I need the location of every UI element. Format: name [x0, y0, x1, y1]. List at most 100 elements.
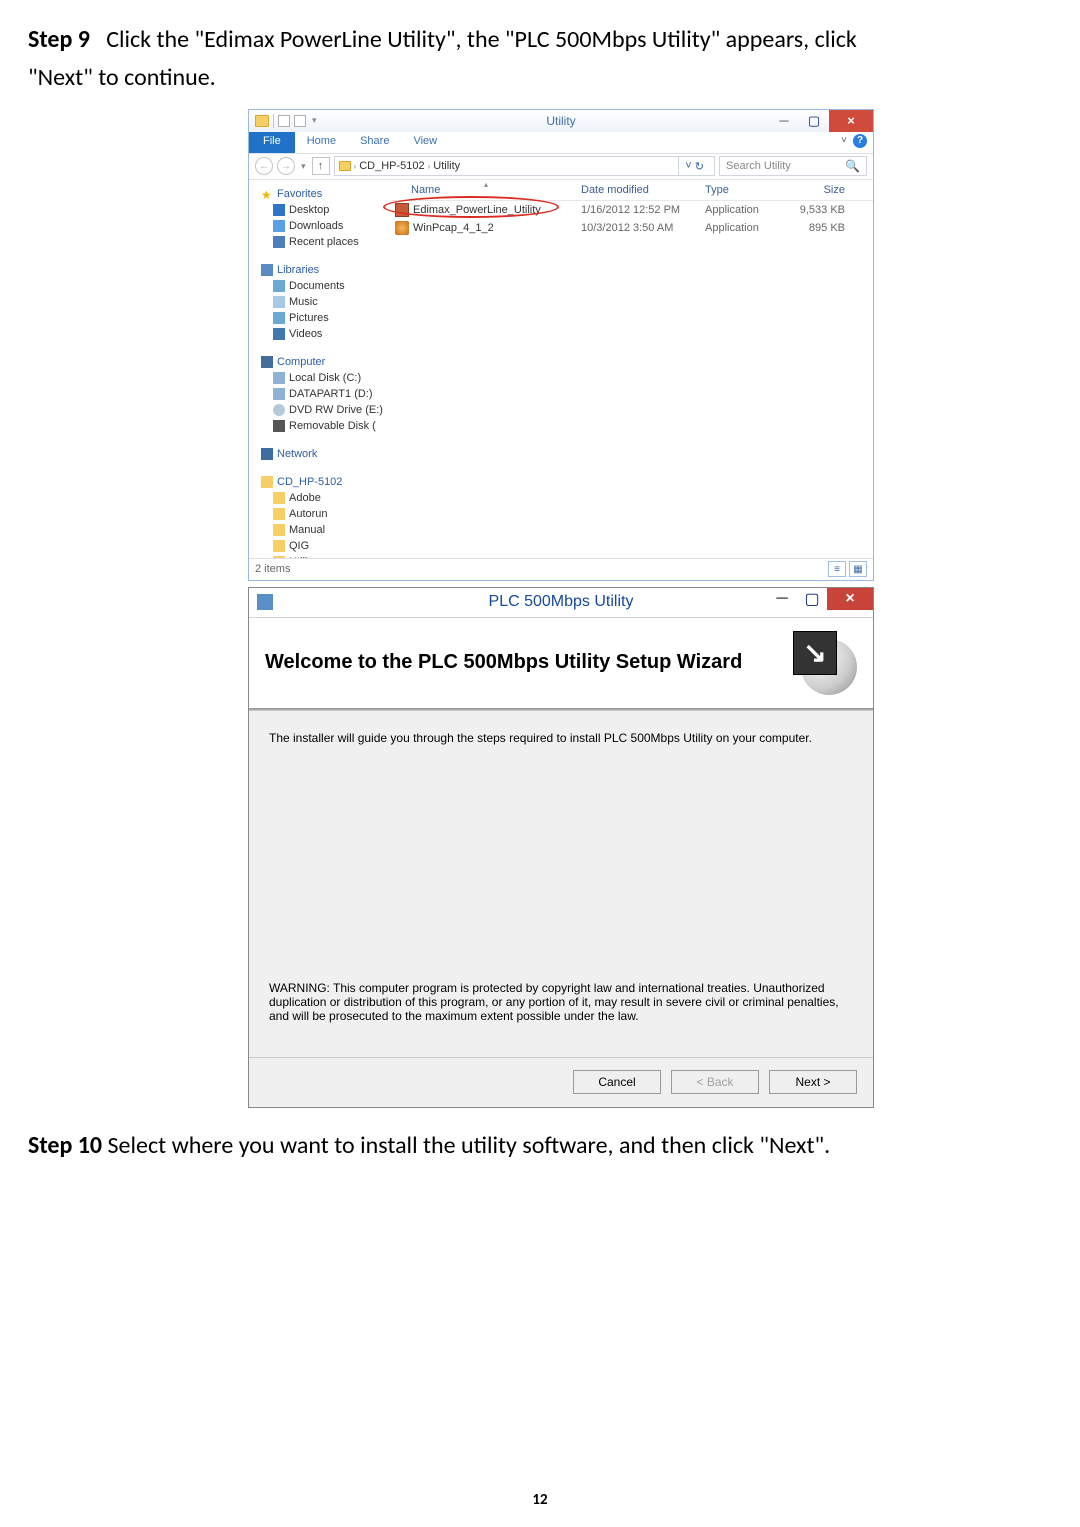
col-size[interactable]: Size — [791, 184, 853, 196]
refresh-button[interactable]: ˅ ↻ — [678, 157, 710, 175]
nav-cdfolder[interactable]: CD_HP-5102 — [277, 476, 342, 488]
highlight-circle — [383, 196, 559, 218]
tab-share[interactable]: Share — [348, 132, 401, 153]
cancel-button[interactable]: Cancel — [573, 1070, 661, 1094]
nav-pictures[interactable]: Pictures — [289, 312, 329, 324]
next-button[interactable]: Next > — [769, 1070, 857, 1094]
nav-libraries[interactable]: Libraries — [277, 264, 319, 276]
qat-newfolder-icon[interactable] — [294, 115, 306, 127]
ribbon-collapse-icon[interactable]: ˅ — [841, 135, 847, 146]
nav-autorun[interactable]: Autorun — [289, 508, 328, 520]
tab-file[interactable]: File — [249, 132, 295, 153]
search-input[interactable]: Search Utility 🔍 — [719, 156, 867, 176]
status-bar: 2 items ≡ ▦ — [249, 558, 873, 580]
nav-up-button[interactable]: ↑ — [312, 157, 330, 175]
ribbon-tabs: File Home Share View ˅ ? — [249, 132, 873, 154]
view-icons-button[interactable]: ▦ — [849, 561, 867, 577]
item-count: 2 items — [255, 563, 290, 575]
nav-docs[interactable]: Documents — [289, 280, 345, 292]
tab-home[interactable]: Home — [295, 132, 348, 153]
maximize-button[interactable]: ▢ — [797, 588, 827, 610]
explorer-title: Utility — [546, 114, 575, 128]
folder-icon — [273, 508, 285, 520]
installer-body: The installer will guide you through the… — [249, 711, 873, 1057]
file-list: ▴Name Date modified Type Size Edimax_Pow… — [387, 180, 873, 558]
usb-icon — [273, 420, 285, 432]
nav-desktop[interactable]: Desktop — [289, 204, 329, 216]
installer-title: PLC 500Mbps Utility — [489, 593, 634, 611]
box-icon: ↘ — [793, 631, 837, 675]
qat-properties-icon[interactable] — [278, 115, 290, 127]
nav-drive-d[interactable]: DATAPART1 (D:) — [289, 388, 373, 400]
close-button[interactable]: × — [827, 588, 873, 610]
search-placeholder: Search Utility — [726, 160, 791, 172]
qat-dropdown-icon[interactable]: ▾ — [310, 115, 319, 126]
nav-favorites[interactable]: Favorites — [277, 188, 322, 200]
breadcrumb-level1[interactable]: CD_HP-5102 — [359, 160, 424, 172]
explorer-window: ▾ Utility ─ ▢ × File Home Share View ˅ ?… — [248, 109, 874, 581]
file-date: 1/16/2012 12:52 PM — [581, 204, 705, 216]
col-type[interactable]: Type — [705, 184, 791, 196]
nav-forward-button[interactable]: → — [277, 157, 295, 175]
address-bar: ← → ▾ ↑ › CD_HP-5102 › Utility ˅ ↻ Searc… — [249, 154, 873, 180]
breadcrumb[interactable]: › CD_HP-5102 › Utility ˅ ↻ — [334, 156, 715, 176]
minimize-button[interactable]: ─ — [769, 110, 799, 132]
nav-back-button[interactable]: ← — [255, 157, 273, 175]
nav-recent[interactable]: Recent places — [289, 236, 359, 248]
qat-separator — [273, 114, 274, 128]
nav-utility[interactable]: Utility — [289, 556, 316, 558]
col-date[interactable]: Date modified — [581, 184, 705, 196]
file-size: 895 KB — [791, 222, 853, 234]
installer-paragraph: The installer will guide you through the… — [269, 731, 853, 745]
desktop-icon — [273, 204, 285, 216]
nav-qig[interactable]: QIG — [289, 540, 309, 552]
table-row[interactable]: WinPcap_4_1_2 10/3/2012 3:50 AM Applicat… — [391, 219, 873, 237]
breadcrumb-root-icon — [339, 161, 351, 171]
file-type: Application — [705, 222, 791, 234]
file-type: Application — [705, 204, 791, 216]
folder-icon — [273, 524, 285, 536]
installer-window: PLC 500Mbps Utility ─ ▢ × Welcome to the… — [248, 587, 874, 1108]
nav-manual[interactable]: Manual — [289, 524, 325, 536]
close-button[interactable]: × — [829, 110, 873, 132]
nav-dvd[interactable]: DVD RW Drive (E:) — [289, 404, 383, 416]
libraries-icon — [261, 264, 273, 276]
help-icon[interactable]: ? — [853, 134, 867, 148]
network-icon — [261, 448, 273, 460]
nav-videos[interactable]: Videos — [289, 328, 322, 340]
breadcrumb-level2[interactable]: Utility — [433, 160, 460, 172]
installer-icon — [257, 594, 273, 610]
page-number: 12 — [532, 1491, 547, 1509]
col-name[interactable]: Name — [411, 184, 440, 196]
folder-icon — [273, 540, 285, 552]
nav-usb[interactable]: Removable Disk ( — [289, 420, 376, 432]
step9-text-line1: Click the "Edimax PowerLine Utility", th… — [106, 25, 857, 54]
nav-drive-c[interactable]: Local Disk (C:) — [289, 372, 361, 384]
package-icon — [395, 221, 409, 235]
drive-c-icon — [273, 372, 285, 384]
recent-icon — [273, 236, 285, 248]
nav-downloads[interactable]: Downloads — [289, 220, 343, 232]
installer-footer: Cancel < Back Next > — [249, 1057, 873, 1107]
pictures-icon — [273, 312, 285, 324]
view-details-button[interactable]: ≡ — [828, 561, 846, 577]
folder-icon — [273, 556, 285, 558]
back-button[interactable]: < Back — [671, 1070, 759, 1094]
installer-titlebar: PLC 500Mbps Utility ─ ▢ × — [249, 588, 873, 618]
installer-warning: WARNING: This computer program is protec… — [269, 981, 853, 1023]
tab-view[interactable]: View — [401, 132, 449, 153]
computer-icon — [261, 356, 273, 368]
file-date: 10/3/2012 3:50 AM — [581, 222, 705, 234]
nav-network[interactable]: Network — [277, 448, 317, 460]
dvd-icon — [273, 404, 285, 416]
nav-adobe[interactable]: Adobe — [289, 492, 321, 504]
star-icon: ★ — [261, 188, 273, 200]
search-icon: 🔍 — [845, 159, 860, 173]
nav-history-chevron[interactable]: ▾ — [299, 161, 308, 172]
nav-computer[interactable]: Computer — [277, 356, 325, 368]
maximize-button[interactable]: ▢ — [799, 110, 829, 132]
folder-icon — [273, 492, 285, 504]
minimize-button[interactable]: ─ — [767, 588, 797, 610]
nav-music[interactable]: Music — [289, 296, 318, 308]
step9-label: Step 9 — [28, 25, 90, 54]
